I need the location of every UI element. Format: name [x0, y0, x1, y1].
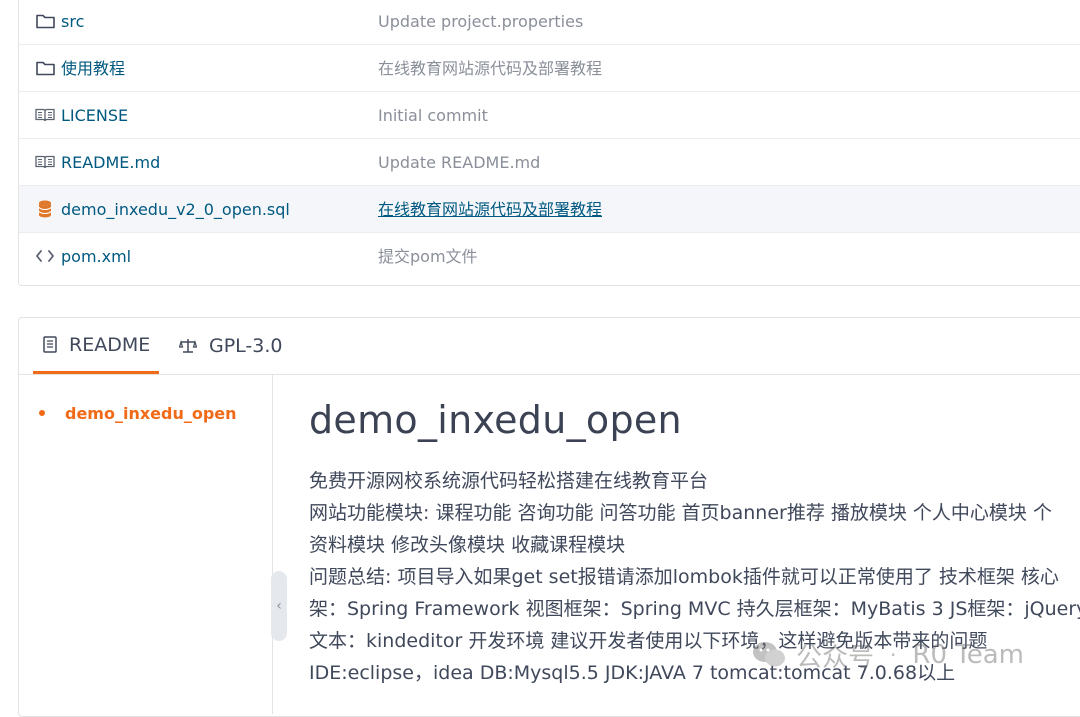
readme-tabs: README GPL-3.0: [19, 318, 1080, 375]
readme-panel: README GPL-3.0 demo_inxedu_open ‹ demo_i…: [18, 317, 1080, 717]
tab-license-label: GPL-3.0: [209, 335, 283, 357]
tab-readme-label: README: [69, 333, 151, 356]
book-icon: [35, 105, 55, 125]
file-name[interactable]: LICENSE: [61, 92, 128, 139]
file-row-pom[interactable]: pom.xml 提交pom文件: [19, 233, 1080, 280]
code-icon: [35, 246, 55, 266]
collapse-toc-button[interactable]: ‹: [271, 571, 287, 641]
commit-message[interactable]: 在线教育网站源代码及部署教程: [378, 186, 602, 233]
readme-line: 文本：kindeditor 开发环境 建议开发者使用以下环境，这样避免版本带来的…: [309, 630, 988, 652]
file-name[interactable]: README.md: [61, 139, 160, 186]
readme-content: demo_inxedu_open 免费开源网校系统源代码轻松搭建在线教育平台 网…: [309, 374, 1080, 714]
file-row-readme[interactable]: README.md Update README.md: [19, 139, 1080, 186]
bullet-icon: [39, 409, 45, 416]
tab-readme[interactable]: README: [33, 318, 159, 374]
commit-message[interactable]: Initial commit: [378, 92, 488, 139]
file-name[interactable]: 使用教程: [61, 45, 125, 92]
file-row-sql[interactable]: demo_inxedu_v2_0_open.sql 在线教育网站源代码及部署教程: [19, 186, 1080, 233]
commit-message[interactable]: 提交pom文件: [378, 233, 478, 280]
file-row-license[interactable]: LICENSE Initial commit: [19, 92, 1080, 139]
file-name[interactable]: demo_inxedu_v2_0_open.sql: [61, 186, 290, 233]
readme-line: 免费开源网校系统源代码轻松搭建在线教育平台: [309, 470, 709, 492]
tab-license[interactable]: GPL-3.0: [179, 318, 299, 374]
folder-icon: [35, 58, 55, 78]
database-icon: [35, 199, 55, 219]
readme-title: demo_inxedu_open: [309, 398, 682, 442]
file-name[interactable]: src: [61, 0, 84, 45]
readme-line: 架：Spring Framework 视图框架：Spring MVC 持久层框架…: [309, 598, 1080, 620]
file-name[interactable]: pom.xml: [61, 233, 131, 280]
commit-message[interactable]: Update README.md: [378, 139, 540, 186]
chevron-left-icon: ‹: [276, 598, 282, 614]
commit-message[interactable]: Update project.properties: [378, 0, 583, 45]
document-icon: [43, 336, 57, 353]
table-of-contents: demo_inxedu_open: [19, 374, 273, 714]
file-list: src Update project.properties 使用教程 在线教育网…: [18, 0, 1080, 286]
readme-line: 问题总结: 项目导入如果get set报错请添加lombok插件就可以正常使用了…: [309, 566, 1059, 588]
readme-line: IDE:eclipse，idea DB:Mysql5.5 JDK:JAVA 7 …: [309, 662, 956, 684]
readme-line: 网站功能模块: 课程功能 咨询功能 问答功能 首页banner推荐 播放模块 个…: [309, 502, 1052, 524]
folder-icon: [35, 11, 55, 31]
file-row-tutorial[interactable]: 使用教程 在线教育网站源代码及部署教程: [19, 45, 1080, 92]
file-row-src[interactable]: src Update project.properties: [19, 0, 1080, 45]
commit-message[interactable]: 在线教育网站源代码及部署教程: [378, 45, 602, 92]
book-icon: [35, 152, 55, 172]
toc-item[interactable]: demo_inxedu_open: [39, 404, 237, 423]
toc-item-label[interactable]: demo_inxedu_open: [65, 404, 237, 423]
readme-line: 资料模块 修改头像模块 收藏课程模块: [309, 534, 626, 556]
scale-icon: [179, 338, 197, 354]
